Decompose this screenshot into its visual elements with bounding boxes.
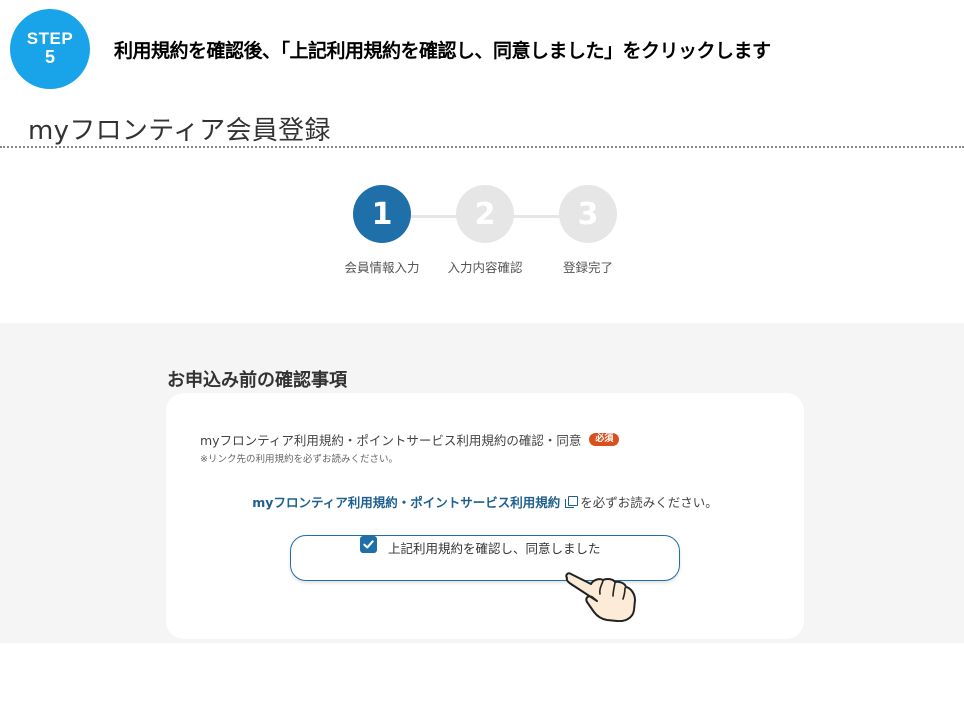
step-badge-number: 5: [44, 47, 55, 68]
terms-note: ※リンク先の利用規約を必ずお読みください。: [200, 454, 398, 465]
step-badge: STEP 5: [10, 9, 90, 89]
stepper-step-3: 3 登録完了: [538, 185, 638, 276]
stepper-label: 会員情報入力: [344, 260, 420, 275]
terms-card: myフロンティア利用規約・ポイントサービス利用規約の確認・同意 必須 ※リンク先…: [166, 393, 804, 639]
terms-question-label: myフロンティア利用規約・ポイントサービス利用規約の確認・同意: [200, 433, 582, 448]
terms-link-line: myフロンティア利用規約・ポイントサービス利用規約 を必ずお読みください。: [166, 492, 804, 511]
stepper-circle: 3: [559, 185, 617, 243]
stepper-label: 登録完了: [562, 260, 613, 275]
step-badge-word: STEP: [26, 28, 74, 48]
terms-link-suffix: を必ずお読みください。: [580, 495, 718, 510]
agree-checkbox-label: 上記利用規約を確認し、同意しました: [388, 541, 601, 556]
section-heading: お申込み前の確認事項: [167, 370, 347, 391]
checkbox-checked-icon[interactable]: [360, 536, 377, 553]
pointing-hand-icon: [565, 572, 636, 622]
progress-stepper: 1 会員情報入力 2 入力内容確認 3 登録完了: [0, 185, 964, 285]
required-badge: 必須: [589, 432, 620, 447]
instruction-text: 利用規約を確認後、「上記利用規約を確認し、同意しました」をクリックします: [114, 40, 771, 62]
external-link-icon: [565, 496, 579, 508]
stepper-circle: 2: [456, 185, 514, 243]
title-divider: [0, 146, 964, 148]
stepper-step-2: 2 入力内容確認: [435, 185, 535, 276]
terms-link[interactable]: myフロンティア利用規約・ポイントサービス利用規約: [252, 495, 560, 510]
page-title: myフロンティア会員登録: [28, 116, 331, 146]
terms-question: myフロンティア利用規約・ポイントサービス利用規約の確認・同意 必須: [200, 430, 620, 449]
stepper-step-1: 1 会員情報入力: [332, 185, 432, 276]
stepper-label: 入力内容確認: [447, 260, 523, 275]
stepper-circle: 1: [353, 185, 411, 243]
